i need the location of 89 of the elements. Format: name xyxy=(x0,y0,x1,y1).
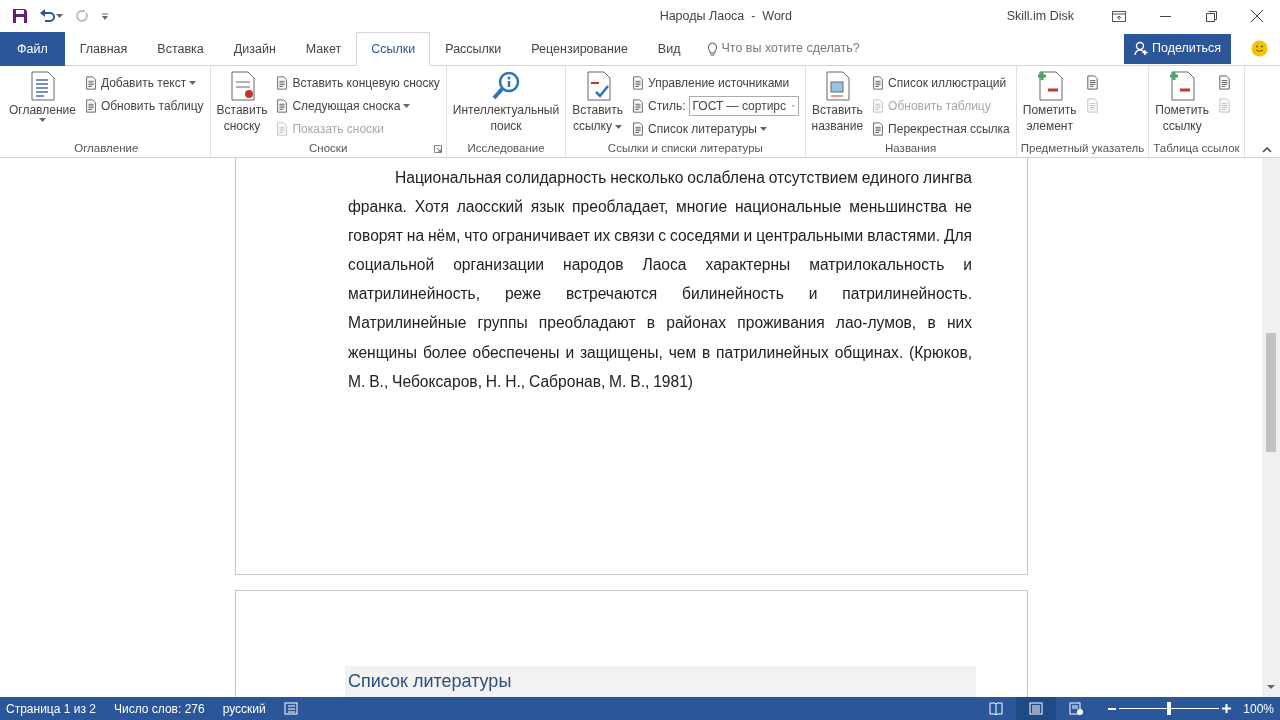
ribbon-button[interactable]: Управление источниками xyxy=(629,71,801,94)
caret-icon xyxy=(403,103,411,108)
window-title: Народы Лаоса - Word xyxy=(658,7,793,25)
style-label: Стиль: xyxy=(631,96,686,115)
document-icon xyxy=(631,121,646,136)
document-icon xyxy=(1217,98,1233,113)
caret-icon xyxy=(759,126,767,131)
document-icon xyxy=(871,121,886,136)
ribbon-display-icon xyxy=(1112,10,1126,22)
web-page-icon xyxy=(1069,702,1084,715)
status-text[interactable]: Число слов: 276 xyxy=(113,699,205,718)
document-icon xyxy=(275,98,290,113)
dialog-launcher-icon[interactable] xyxy=(433,145,442,153)
ribbon-tab[interactable]: Вставка xyxy=(142,32,219,66)
group-label: Исследование xyxy=(467,142,545,154)
document-icon xyxy=(1084,75,1100,90)
group-label: Названия xyxy=(885,142,937,154)
group-label: Таблица ссылок xyxy=(1153,142,1240,154)
caret-icon xyxy=(101,12,109,20)
ribbon-tab[interactable]: Рассылки xyxy=(430,32,517,66)
ribbon-tab[interactable]: Рецензирование xyxy=(516,32,643,66)
ribbon-button[interactable]: Перекрестная ссылка xyxy=(869,117,1012,140)
share-button[interactable]: Поделиться xyxy=(1123,33,1231,64)
group-label: Оглавление xyxy=(74,142,139,154)
ribbon-button[interactable]: Вставить название xyxy=(809,68,866,140)
file-tab[interactable]: Файл xyxy=(0,32,65,66)
ribbon-button[interactable]: Вставить сноску xyxy=(214,68,270,140)
ribbon-button[interactable]: Обновить таблицу xyxy=(81,94,206,117)
account-name: Skill.im Disk xyxy=(1006,7,1074,25)
document-icon xyxy=(1217,75,1233,90)
redo-icon xyxy=(75,9,89,23)
ribbon-button[interactable]: Пометить элемент xyxy=(1020,68,1079,140)
undo-icon xyxy=(40,9,56,23)
document-icon xyxy=(631,75,646,90)
ribbon-tab[interactable]: Вид xyxy=(642,32,696,66)
print-layout-button[interactable] xyxy=(1016,697,1057,720)
page-icon xyxy=(1029,702,1044,715)
ribbon-button[interactable]: Список литературы xyxy=(629,117,801,140)
section-heading: Список литературы xyxy=(345,666,976,697)
zoom-in-icon[interactable] xyxy=(1222,704,1232,713)
ribbon-button[interactable]: Список иллюстраций xyxy=(869,71,1012,94)
caret-icon xyxy=(56,14,63,18)
ribbon-tab[interactable]: Главная xyxy=(64,32,143,66)
proofing-icon[interactable] xyxy=(283,702,298,715)
minimize-icon xyxy=(1159,15,1171,17)
document-icon xyxy=(871,98,886,113)
document-icon xyxy=(275,121,290,136)
zoom-level[interactable]: 100% xyxy=(1243,699,1274,718)
caret-icon xyxy=(38,118,46,122)
person-icon xyxy=(1133,41,1149,56)
restore-icon xyxy=(1205,10,1217,22)
document-icon xyxy=(1084,98,1100,113)
caret-icon xyxy=(189,80,197,85)
collapse-ribbon-icon[interactable] xyxy=(1262,147,1272,153)
lightbulb-icon xyxy=(707,41,719,56)
document-icon xyxy=(83,98,98,113)
ribbon-button[interactable]: Вставить концевую сноску xyxy=(273,71,442,94)
document-icon xyxy=(631,98,646,113)
scroll-down-icon[interactable] xyxy=(1267,685,1275,689)
ribbon-button[interactable]: Добавить текст xyxy=(81,71,206,94)
group-label: Ссылки и списки литературы xyxy=(607,142,763,154)
search-icon xyxy=(490,70,522,102)
status-text[interactable]: русский xyxy=(222,699,266,718)
ribbon-tab[interactable]: Ссылки xyxy=(356,32,431,66)
status-text[interactable]: Страница 1 из 2 xyxy=(6,699,96,718)
scrollbar[interactable] xyxy=(1262,158,1280,697)
slider-thumb[interactable] xyxy=(1167,702,1172,715)
body-paragraph: Национальная солидарность несколько ослаблена отсутствием единого лингва франка. Хотя лаосский язык преобладает, многие национальные меньшинства не говорят на нём, что ограничивает их связи с соседями и центральными властями. Для социальной организации народов Лаоса характерны матрилокальность и матрилинейность, реже встречаются билинейность и патрилинейность. Матрилинейные группы преобладают в районах проживания лао-лумов, в них женщины более обеспечены и защищены, чем в патрилинейных общинах. (Крюков, М. В., Чебоксаров, Н. Н., Сабронав, М. В., 1981) xyxy=(348,168,972,392)
document-icon xyxy=(83,75,98,90)
tell-me-field[interactable]: Что вы хотите сделать? xyxy=(701,38,866,59)
document-icon xyxy=(871,75,886,90)
ribbon-tab[interactable]: Дизайн xyxy=(218,32,291,66)
zoom-slider[interactable] xyxy=(1119,702,1220,715)
ribbon-button[interactable]: Интеллектуальный поиск xyxy=(450,68,562,140)
ribbon-button[interactable]: Пометить ссылку xyxy=(1153,68,1212,140)
style-dropdown[interactable]: ГОСТ — сортирс xyxy=(688,95,799,116)
ribbon-button[interactable]: Вставить ссылку xyxy=(570,68,626,140)
ribbon-button[interactable]: Оглавление xyxy=(7,68,78,140)
group-label: Предметный указатель xyxy=(1020,142,1145,154)
book-icon xyxy=(989,702,1004,715)
caret-icon xyxy=(615,124,623,129)
save-icon xyxy=(12,8,28,24)
scrollbar-thumb[interactable] xyxy=(1266,333,1276,452)
document-icon xyxy=(275,75,290,90)
smiley-icon xyxy=(1251,40,1268,57)
ribbon-tab[interactable]: Макет xyxy=(290,32,357,66)
close-icon xyxy=(1251,10,1263,22)
ribbon-button[interactable]: Следующая сноска xyxy=(273,94,442,117)
group-label: Сноски xyxy=(309,142,348,154)
